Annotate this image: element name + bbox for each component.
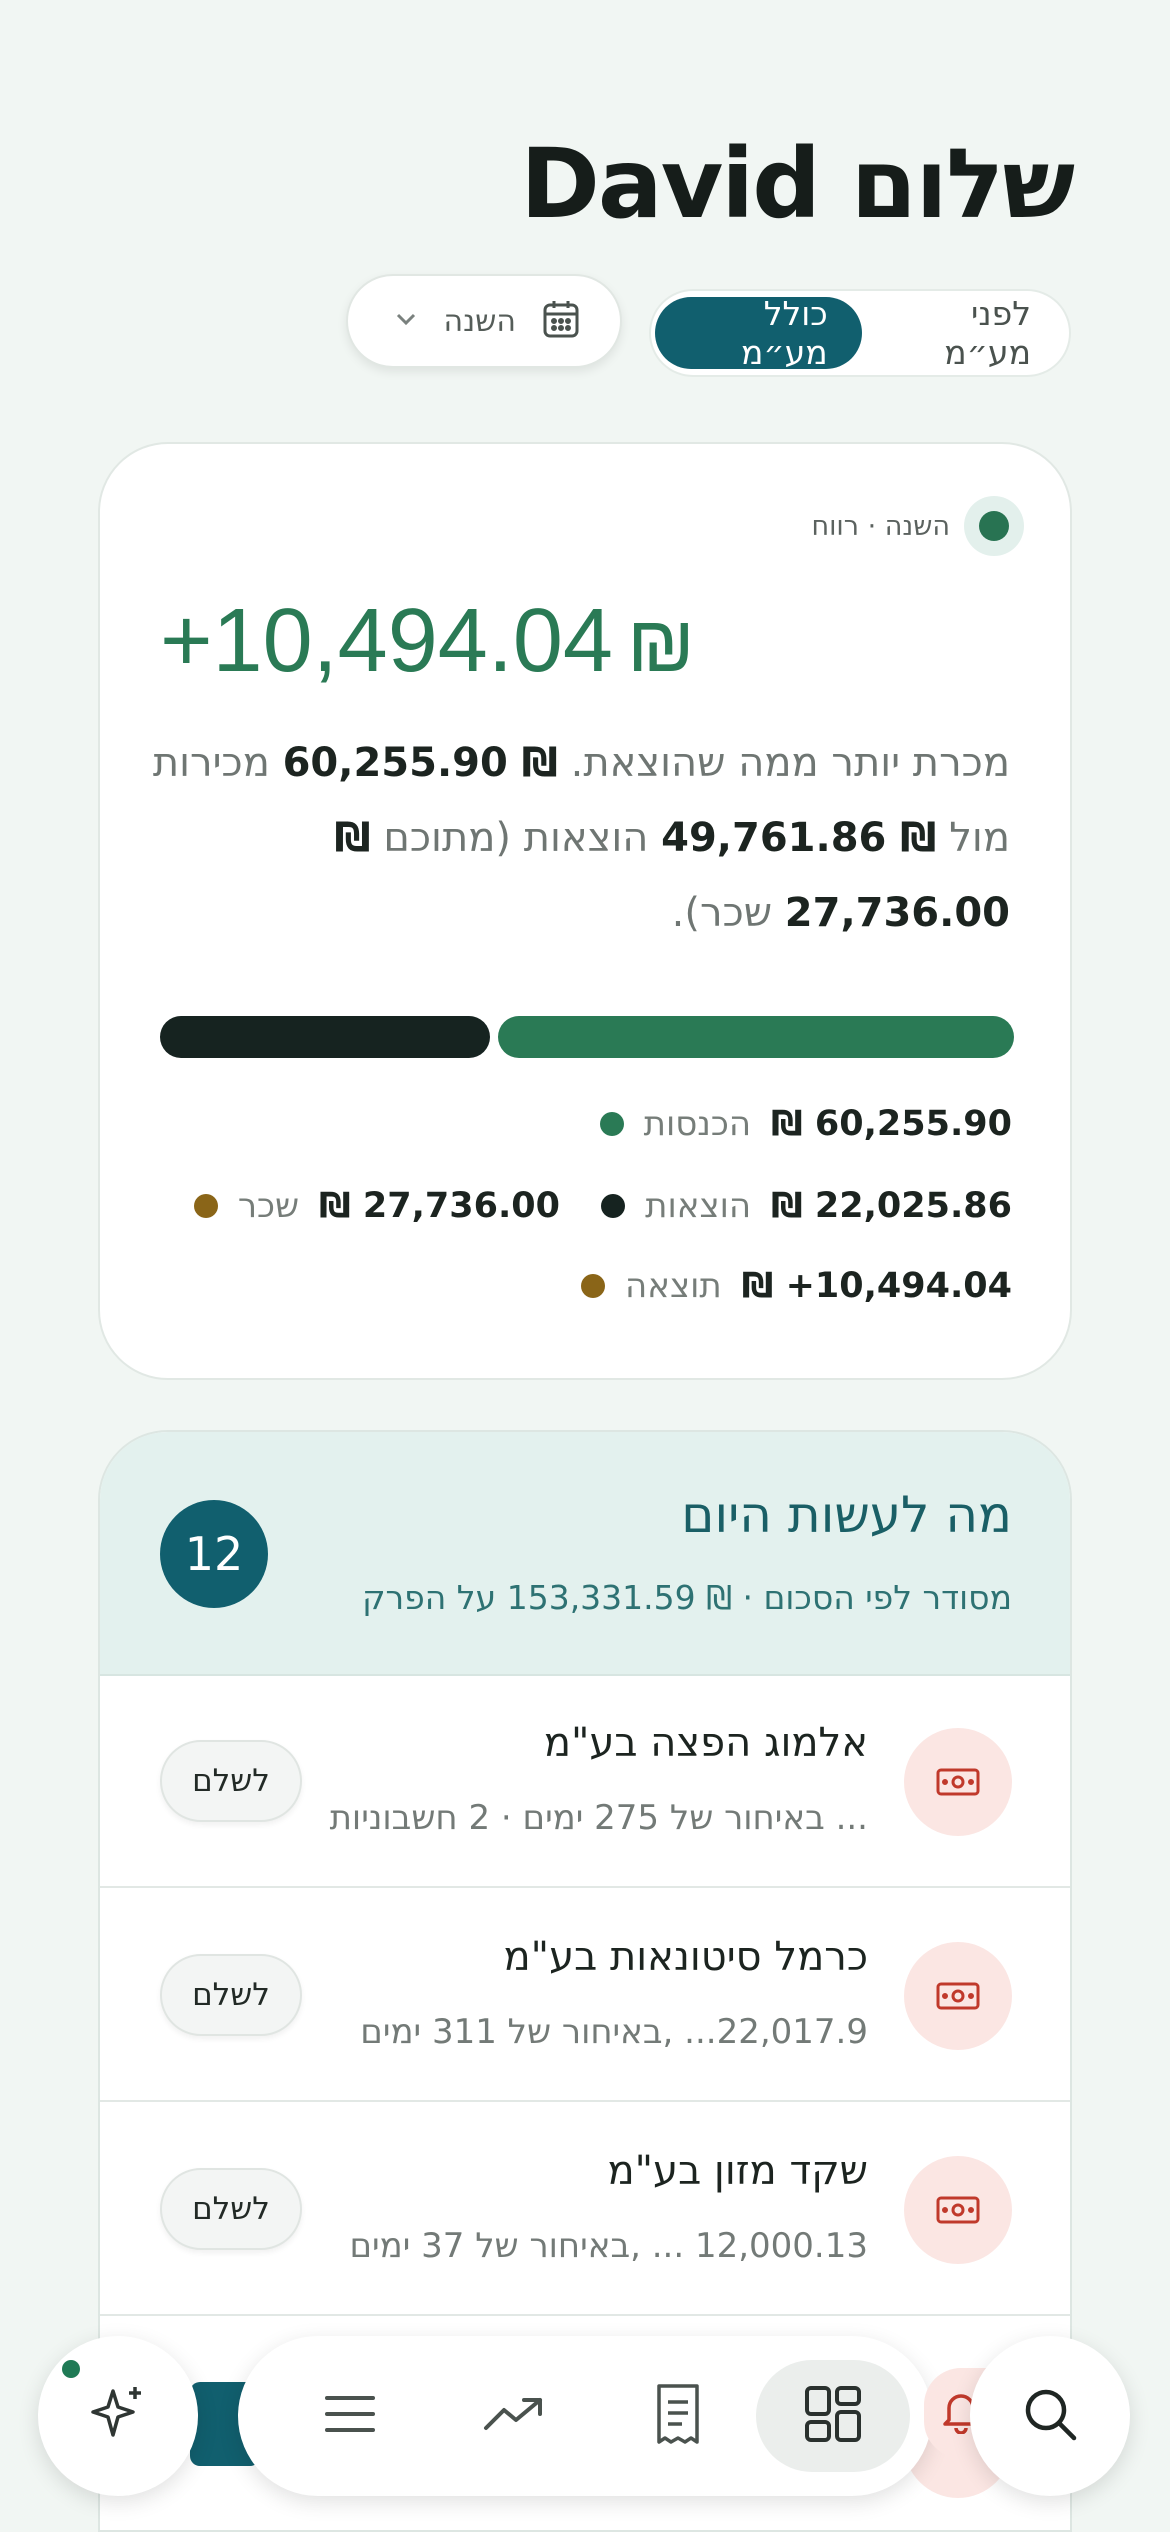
chevron-down-icon bbox=[394, 311, 418, 331]
legend-income-value: ₪ 60,255.90 bbox=[771, 1104, 1012, 1144]
trend-icon bbox=[482, 2394, 546, 2438]
desc-text-4: שכר). bbox=[671, 890, 773, 936]
todo-row[interactable]: שקד מזון בע"מ 12,000.13 ... ,באיחור של 3… bbox=[100, 2104, 1070, 2316]
todo-title: מה לעשות היום bbox=[681, 1486, 1012, 1544]
dashboard-icon bbox=[803, 2384, 863, 2448]
profit-amount-value: +10,494.04 bbox=[160, 591, 613, 691]
legend-expenses: הוצאות ₪ 22,025.86 bbox=[601, 1186, 1012, 1226]
salary-dot-icon bbox=[193, 1194, 218, 1218]
todo-subtitle: מסודר לפי הסכום · ₪ 153,331.59 על הפרק bbox=[362, 1578, 1012, 1617]
nav-trends[interactable] bbox=[458, 2360, 570, 2472]
page-title: שלום David bbox=[520, 128, 1075, 240]
legend-expenses-value: ₪ 22,025.86 bbox=[771, 1186, 1012, 1226]
pay-button[interactable]: לשלם bbox=[160, 1954, 302, 2036]
row-meta: 22,017.9... ,באיחור של 311 ימים bbox=[360, 2012, 868, 2052]
todo-row[interactable]: אלמוג הפצה בע"מ ... באיחור של 275 ימים ·… bbox=[100, 1676, 1070, 1888]
profit-card: השנה · רווח +10,494.04 ₪ מכרת יותר ממה שה… bbox=[98, 442, 1072, 1380]
row-name: שקד מזון בע"מ bbox=[607, 2148, 868, 2194]
legend-income: הכנסות ₪ 60,255.90 bbox=[599, 1104, 1012, 1144]
cash-icon bbox=[904, 2156, 1012, 2264]
calendar-icon bbox=[542, 299, 580, 343]
list-icon bbox=[323, 2392, 377, 2440]
legend-income-label: הכנסות bbox=[643, 1104, 752, 1144]
cash-icon bbox=[904, 1942, 1012, 2050]
notification-dot-icon bbox=[62, 2360, 80, 2378]
bottom-nav bbox=[238, 2336, 932, 2496]
row-name: כרמל סיטונאות בע"מ bbox=[503, 1934, 868, 1980]
legend-salary-label: שכר bbox=[237, 1186, 300, 1226]
period-select[interactable]: השנה bbox=[346, 274, 622, 368]
pay-button[interactable]: לשלם bbox=[160, 1740, 302, 1822]
profit-amount: +10,494.04 ₪ bbox=[160, 590, 695, 693]
profit-description: מכרת יותר ממה שהוצאת. ₪ 60,255.90 מכירות… bbox=[150, 726, 1010, 951]
row-meta: ... באיחור של 275 ימים · 2 חשבוניות bbox=[329, 1798, 868, 1838]
sparkle-icon bbox=[87, 2383, 149, 2449]
assistant-button[interactable] bbox=[38, 2336, 198, 2496]
legend-result-label: תוצאה bbox=[625, 1266, 722, 1306]
expenses-bar bbox=[160, 1016, 490, 1058]
period-label: השנה bbox=[443, 303, 516, 339]
legend-expenses-label: הוצאות bbox=[645, 1186, 752, 1226]
income-dot-icon bbox=[599, 1112, 624, 1136]
result-dot-icon bbox=[581, 1274, 606, 1298]
profit-badge: השנה · רווח bbox=[811, 496, 1024, 556]
search-button[interactable] bbox=[970, 2336, 1130, 2496]
todo-header: מה לעשות היום מסודר לפי הסכום · ₪ 153,33… bbox=[100, 1432, 1070, 1676]
cash-icon bbox=[904, 1728, 1012, 1836]
vat-before-option[interactable]: לפני מע״מ bbox=[862, 294, 1065, 372]
todo-count-badge: 12 bbox=[160, 1500, 268, 1608]
nav-documents[interactable] bbox=[622, 2360, 734, 2472]
desc-text-3: הוצאות (מתוכם bbox=[383, 815, 649, 861]
receipt-icon bbox=[653, 2382, 703, 2450]
status-dot-icon bbox=[964, 496, 1024, 556]
income-bar bbox=[498, 1016, 1014, 1058]
todo-row[interactable]: כרמל סיטונאות בע"מ 22,017.9... ,באיחור ש… bbox=[100, 1890, 1070, 2102]
legend-salary: שכר ₪ 27,736.00 bbox=[193, 1186, 560, 1226]
pay-button[interactable]: לשלם bbox=[160, 2168, 302, 2250]
profit-badge-text: השנה · רווח bbox=[811, 510, 950, 542]
desc-expenses-value: ₪ 49,761.86 bbox=[661, 815, 937, 861]
nav-dashboard[interactable] bbox=[756, 2360, 910, 2472]
row-name: אלמוג הפצה בע"מ bbox=[543, 1720, 868, 1766]
nav-list[interactable] bbox=[294, 2360, 406, 2472]
vat-including-option[interactable]: כולל מע״מ bbox=[655, 294, 862, 372]
desc-sales-value: ₪ 60,255.90 bbox=[282, 740, 558, 786]
desc-text-1: מכרת יותר ממה שהוצאת. bbox=[570, 740, 1010, 786]
row-meta: 12,000.13 ... ,באיחור של 37 ימים bbox=[349, 2226, 868, 2266]
vat-toggle[interactable]: לפני מע״מ כולל מע״מ bbox=[649, 289, 1071, 377]
legend-salary-value: ₪ 27,736.00 bbox=[319, 1186, 560, 1226]
legend-result: תוצאה ₪ +10,494.04 bbox=[581, 1266, 1012, 1306]
currency-symbol: ₪ bbox=[626, 599, 695, 688]
expenses-dot-icon bbox=[601, 1194, 626, 1218]
legend-result-value: ₪ +10,494.04 bbox=[741, 1266, 1012, 1306]
search-icon bbox=[1021, 2385, 1079, 2447]
